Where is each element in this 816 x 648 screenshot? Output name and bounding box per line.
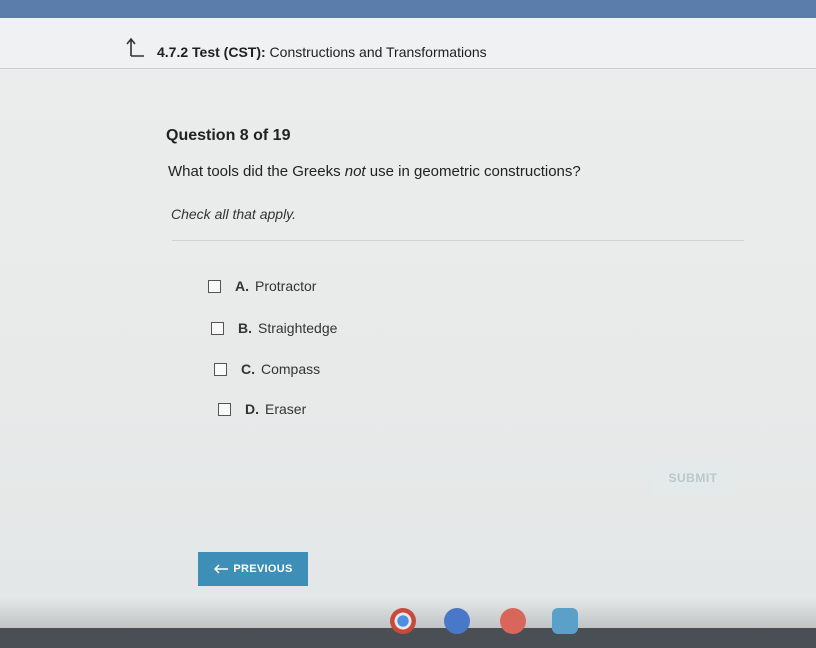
- option-a[interactable]: A. Protractor: [208, 278, 316, 294]
- submit-button[interactable]: SUBMIT: [650, 460, 736, 496]
- question-text-emphasis: not: [344, 163, 366, 180]
- option-d-checkbox[interactable]: [218, 402, 231, 416]
- previous-button[interactable]: PREVIOUS: [198, 552, 308, 586]
- test-name: Constructions and Transformations: [269, 44, 487, 60]
- app-icon[interactable]: [500, 608, 526, 634]
- zoom-icon[interactable]: [444, 608, 470, 634]
- app-root: 2 4.7.2 Test (CST): Constructions and Tr…: [0, 0, 816, 648]
- chrome-icon[interactable]: [390, 608, 416, 634]
- arrow-left-icon: [214, 564, 229, 574]
- option-b-label: Straightedge: [258, 320, 338, 336]
- option-b-letter: B.: [238, 320, 252, 336]
- browser-top-bar: [0, 0, 816, 18]
- option-d-label: Eraser: [265, 401, 307, 417]
- question-text-after: use in geometric constructions?: [365, 163, 581, 180]
- option-a-letter: A.: [235, 278, 249, 294]
- question-counter: Question 8 of 19: [166, 127, 291, 144]
- option-d[interactable]: D. Eraser: [218, 401, 306, 417]
- screen-icon[interactable]: [552, 608, 578, 634]
- option-c-checkbox[interactable]: [214, 362, 227, 376]
- option-c[interactable]: C. Compass: [214, 361, 320, 377]
- previous-button-label: PREVIOUS: [233, 563, 293, 575]
- test-label: Test (CST):: [192, 44, 266, 60]
- option-b-checkbox[interactable]: [211, 321, 224, 335]
- test-title: 4.7.2 Test (CST): Constructions and Tran…: [157, 44, 487, 60]
- back-arrow-icon[interactable]: [126, 36, 146, 58]
- option-c-label: Compass: [261, 361, 321, 377]
- question-instruction: Check all that apply.: [171, 206, 297, 222]
- divider: [172, 240, 744, 241]
- option-c-letter: C.: [241, 361, 255, 377]
- option-d-letter: D.: [245, 401, 259, 417]
- option-a-checkbox[interactable]: [208, 279, 221, 293]
- option-b[interactable]: B. Straightedge: [211, 320, 337, 336]
- option-a-label: Protractor: [255, 278, 317, 294]
- question-text-before: What tools did the Greeks: [168, 163, 345, 180]
- question-text: What tools did the Greeks not use in geo…: [168, 163, 581, 180]
- test-code: 4.7.2: [157, 44, 189, 60]
